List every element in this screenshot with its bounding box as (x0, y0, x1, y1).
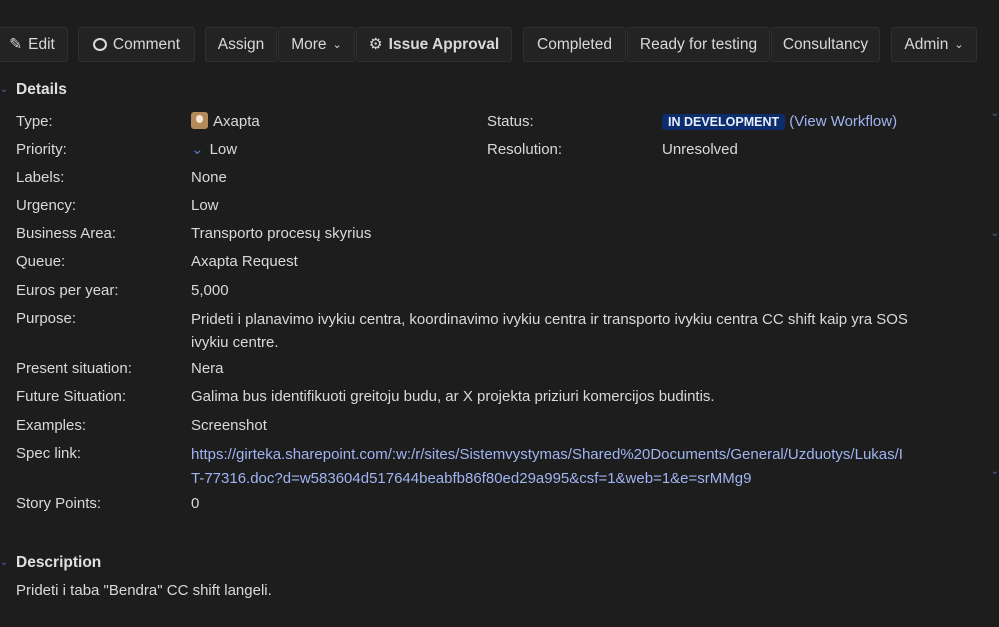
status-label: Status: (487, 113, 534, 130)
pencil-icon: ✎ (9, 36, 23, 53)
business-area-value: Transporto procesų skyrius (191, 225, 372, 242)
purpose-value: Prideti i planavimo ivykiu centra, koord… (191, 311, 908, 351)
edit-button[interactable]: ✎ Edit (0, 27, 68, 62)
status-value: IN DEVELOPMENT (View Workflow) (662, 113, 897, 130)
description-heading[interactable]: Description (16, 554, 101, 572)
present-situation-value: Nera (191, 360, 224, 377)
consultancy-button[interactable]: Consultancy (771, 27, 880, 62)
spec-link-label: Spec link: (16, 445, 82, 462)
chevron-icon: ⌄ (990, 108, 999, 119)
type-label: Type: (16, 113, 53, 130)
chevron-down-icon: ⌄ (954, 39, 964, 51)
description-text: Prideti i taba "Bendra" CC shift langeli… (16, 582, 272, 599)
story-points-label: Story Points: (16, 495, 102, 512)
chevron-icon: ⌄ (990, 228, 999, 239)
completed-button[interactable]: Completed (523, 27, 626, 62)
urgency-label: Urgency: (16, 197, 77, 214)
story-points-value: 0 (191, 495, 200, 512)
examples-label: Examples: (16, 417, 87, 434)
comment-icon (92, 38, 107, 51)
business-area-label: Business Area: (16, 225, 117, 242)
details-toggle-icon[interactable]: ⌄ (0, 84, 8, 95)
gear-icon: ⚙ (368, 36, 383, 53)
admin-button[interactable]: Admin ⌄ (891, 27, 977, 62)
details-heading[interactable]: Details (16, 81, 67, 99)
description-toggle-icon[interactable]: ⌄ (0, 557, 8, 568)
issue-approval-button[interactable]: ⚙ Issue Approval (356, 27, 512, 62)
more-button[interactable]: More ⌄ (278, 27, 355, 62)
euros-value: 5,000 (191, 282, 229, 299)
priority-label: Priority: (16, 141, 67, 158)
labels-label: Labels: (16, 169, 65, 186)
lightbulb-icon (191, 112, 208, 129)
queue-label: Queue: (16, 253, 66, 270)
present-situation-label: Present situation: (16, 360, 132, 377)
purpose-label: Purpose: (16, 310, 77, 327)
spec-link[interactable]: https://girteka.sharepoint.com/:w:/r/sit… (191, 446, 903, 487)
comment-button[interactable]: Comment (78, 27, 195, 62)
resolution-label: Resolution: (487, 141, 563, 158)
resolution-value: Unresolved (662, 141, 738, 158)
assign-button[interactable]: Assign (205, 27, 277, 62)
status-badge[interactable]: IN DEVELOPMENT (662, 114, 786, 130)
labels-value: None (191, 169, 227, 186)
queue-value: Axapta Request (191, 253, 298, 270)
future-situation-value: Galima bus identifikuoti greitoju budu, … (191, 388, 715, 405)
ready-for-testing-button[interactable]: Ready for testing (627, 27, 770, 62)
examples-value: Screenshot (191, 417, 267, 434)
chevron-icon: ⌄ (990, 466, 999, 477)
euros-label: Euros per year: (16, 282, 119, 299)
future-situation-label: Future Situation: (16, 388, 127, 405)
chevron-down-icon: ⌄ (332, 39, 342, 51)
priority-low-icon: ⌄ (191, 141, 204, 158)
urgency-value: Low (191, 197, 219, 214)
view-workflow-link[interactable]: View Workflow (794, 113, 892, 130)
